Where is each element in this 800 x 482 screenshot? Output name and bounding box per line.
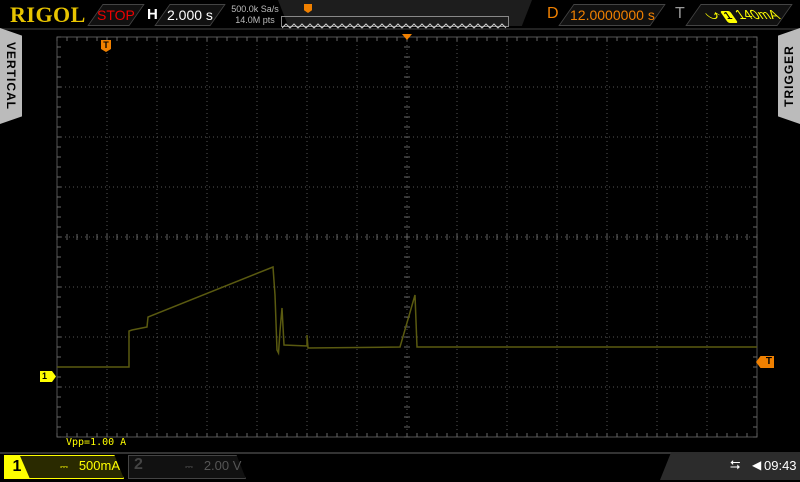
waveform-display [56, 36, 758, 438]
vpp-measurement: Vpp=1.00 A [66, 437, 127, 448]
channel1-scale-value: 500mA [78, 458, 121, 473]
channel2-scale: ⎓ 2.00 V [185, 458, 241, 473]
dc-coupling-icon: ⎓ [60, 462, 68, 473]
channel2-scale-value: 2.00 V [203, 458, 242, 473]
clock: 09:43 [764, 458, 797, 473]
dc-coupling-icon: ⎓ [185, 462, 193, 473]
usb-icon: ⮀ [730, 457, 741, 472]
channel2-number: 2 [134, 456, 143, 473]
channel1-scale: ⎓ 500mA [60, 458, 120, 473]
speaker-icon[interactable]: ◀ [752, 458, 761, 472]
